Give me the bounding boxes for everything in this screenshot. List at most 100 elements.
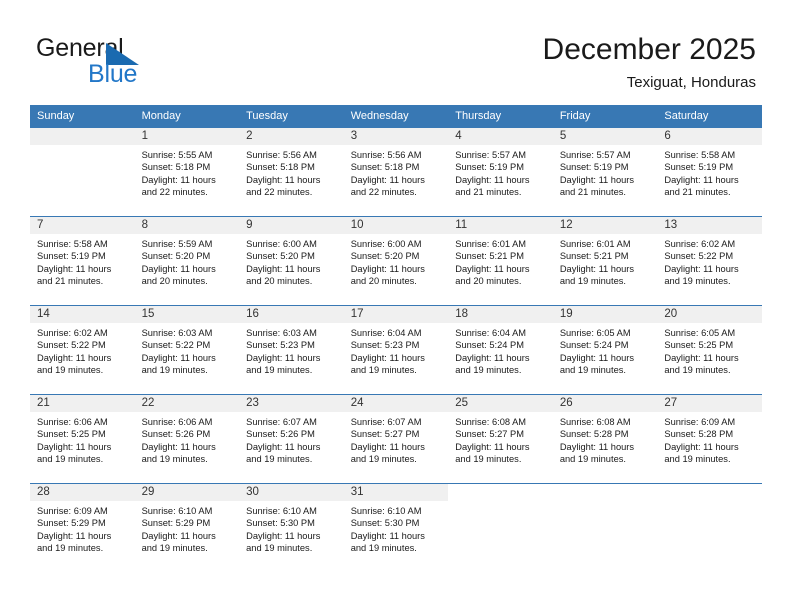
calendar-day-cell[interactable]: 25 Sunrise: 6:08 AM Sunset: 5:27 PM Dayligh… (448, 394, 553, 484)
calendar-day-cell[interactable]: 19 Sunrise: 6:05 AM Sunset: 5:24 PM Dayligh… (552, 305, 658, 395)
day-details: Sunrise: 6:05 AM Sunset: 5:24 PM Daylight:… (553, 323, 658, 377)
sunrise-text: Sunrise: 5:58 AM (37, 239, 108, 249)
calendar-day-cell[interactable]: 22 Sunrise: 6:06 AM Sunset: 5:26 PM Dayligh… (134, 394, 240, 484)
day-number: 2 (239, 128, 344, 145)
daylight-text-line2: and 19 minutes. (664, 276, 731, 287)
calendar-day-cell[interactable]: 17 Sunrise: 6:04 AM Sunset: 5:23 PM Dayligh… (343, 305, 449, 395)
daylight-text-line2: and 19 minutes. (37, 543, 104, 554)
day-number: 11 (448, 217, 553, 234)
day-details: Sunrise: 6:08 AM Sunset: 5:28 PM Daylight:… (553, 412, 658, 466)
calendar-day-cell[interactable]: 21 Sunrise: 6:06 AM Sunset: 5:25 PM Dayligh… (30, 394, 135, 484)
calendar-day-cell[interactable]: 28 Sunrise: 6:09 AM Sunset: 5:29 PM Dayligh… (30, 483, 135, 572)
calendar-day-cell[interactable]: 1 Sunrise: 5:55 AM Sunset: 5:18 PM Daylight… (134, 127, 240, 217)
daylight-text-line1: Daylight: 11 hours (455, 352, 530, 363)
daylight-text-line2: and 19 minutes. (350, 454, 417, 465)
sunrise-text: Sunrise: 6:04 AM (455, 328, 527, 338)
calendar-day-cell[interactable]: 27 Sunrise: 6:09 AM Sunset: 5:28 PM Dayligh… (657, 394, 762, 484)
daylight-text-line2: and 20 minutes. (246, 276, 313, 287)
day-details: Sunrise: 6:10 AM Sunset: 5:29 PM Daylight:… (135, 501, 240, 555)
sunset-text: Sunset: 5:26 PM (141, 429, 211, 440)
calendar-day-cell[interactable]: 9 Sunrise: 6:00 AM Sunset: 5:20 PM Daylight… (239, 216, 344, 306)
day-number: 21 (30, 395, 135, 412)
daylight-text-line1: Daylight: 11 hours (350, 352, 425, 363)
sunset-text: Sunset: 5:18 PM (246, 162, 315, 173)
daylight-text-line1: Daylight: 11 hours (455, 263, 530, 274)
weekday-header-wednesday: Wednesday (343, 105, 449, 128)
calendar-day-cell[interactable] (657, 483, 762, 572)
day-details: Sunrise: 6:01 AM Sunset: 5:21 PM Daylight:… (553, 234, 658, 288)
daylight-text-line2: and 19 minutes. (246, 543, 313, 554)
daylight-text-line1: Daylight: 11 hours (350, 174, 425, 185)
day-number: 8 (134, 217, 240, 234)
calendar-day-cell[interactable]: 3 Sunrise: 5:56 AM Sunset: 5:18 PM Daylight… (343, 127, 449, 217)
daylight-text-line2: and 19 minutes. (455, 365, 522, 376)
calendar-day-cell[interactable]: 29 Sunrise: 6:10 AM Sunset: 5:29 PM Dayligh… (134, 483, 240, 572)
sunset-text: Sunset: 5:24 PM (559, 340, 629, 351)
day-number: 4 (448, 128, 553, 145)
day-details: Sunrise: 6:00 AM Sunset: 5:20 PM Daylight:… (344, 234, 449, 288)
day-details: Sunrise: 6:04 AM Sunset: 5:23 PM Daylight:… (344, 323, 449, 377)
sunset-text: Sunset: 5:19 PM (455, 162, 524, 173)
sunrise-text: Sunrise: 6:00 AM (350, 239, 422, 249)
calendar-day-cell[interactable]: 18 Sunrise: 6:04 AM Sunset: 5:24 PM Dayligh… (448, 305, 553, 395)
calendar-day-cell[interactable]: 5 Sunrise: 5:57 AM Sunset: 5:19 PM Daylight… (552, 127, 658, 217)
daylight-text-line2: and 19 minutes. (37, 365, 104, 376)
daylight-text-line2: and 21 minutes. (455, 187, 522, 198)
daylight-text-line1: Daylight: 11 hours (246, 263, 321, 274)
sunset-text: Sunset: 5:22 PM (37, 340, 106, 351)
day-details: Sunrise: 5:58 AM Sunset: 5:19 PM Daylight:… (657, 145, 762, 199)
calendar-day-cell[interactable]: 20 Sunrise: 6:05 AM Sunset: 5:25 PM Dayligh… (657, 305, 762, 395)
sunset-text: Sunset: 5:28 PM (559, 429, 629, 440)
daylight-text-line1: Daylight: 11 hours (246, 352, 321, 363)
calendar-day-cell[interactable] (30, 127, 135, 217)
calendar-day-cell[interactable]: 30 Sunrise: 6:10 AM Sunset: 5:30 PM Dayligh… (239, 483, 344, 572)
page-header: General Blue December 2025 Texiguat, Hon… (0, 0, 792, 100)
sunrise-text: Sunrise: 6:04 AM (350, 328, 422, 338)
sunset-text: Sunset: 5:23 PM (246, 340, 315, 351)
day-number: 27 (657, 395, 762, 412)
calendar-day-cell[interactable] (552, 483, 658, 572)
sunrise-text: Sunrise: 6:08 AM (455, 417, 527, 427)
daylight-text-line2: and 19 minutes. (350, 543, 417, 554)
calendar-day-cell[interactable]: 13 Sunrise: 6:02 AM Sunset: 5:22 PM Dayligh… (657, 216, 762, 306)
calendar-day-cell[interactable]: 23 Sunrise: 6:07 AM Sunset: 5:26 PM Dayligh… (239, 394, 344, 484)
daylight-text-line2: and 22 minutes. (350, 187, 417, 198)
daylight-text-line2: and 19 minutes. (559, 276, 626, 287)
sunrise-text: Sunrise: 5:56 AM (350, 150, 422, 160)
calendar-day-cell[interactable]: 2 Sunrise: 5:56 AM Sunset: 5:18 PM Daylight… (239, 127, 344, 217)
sunrise-text: Sunrise: 6:09 AM (37, 506, 108, 516)
calendar-day-cell[interactable]: 16 Sunrise: 6:03 AM Sunset: 5:23 PM Dayligh… (239, 305, 344, 395)
daylight-text-line1: Daylight: 11 hours (246, 530, 321, 541)
day-number: 12 (552, 217, 658, 234)
calendar-day-cell[interactable]: 6 Sunrise: 5:58 AM Sunset: 5:19 PM Daylight… (657, 127, 762, 217)
calendar-day-cell[interactable]: 4 Sunrise: 5:57 AM Sunset: 5:19 PM Daylight… (448, 127, 553, 217)
day-details: Sunrise: 5:57 AM Sunset: 5:19 PM Daylight:… (448, 145, 553, 199)
sunset-text: Sunset: 5:27 PM (455, 429, 524, 440)
calendar-day-cell[interactable]: 10 Sunrise: 6:00 AM Sunset: 5:20 PM Dayligh… (343, 216, 449, 306)
calendar-day-cell[interactable]: 11 Sunrise: 6:01 AM Sunset: 5:21 PM Dayligh… (448, 216, 553, 306)
calendar-day-cell[interactable]: 14 Sunrise: 6:02 AM Sunset: 5:22 PM Dayligh… (30, 305, 135, 395)
daylight-text-line1: Daylight: 11 hours (350, 530, 425, 541)
sunset-text: Sunset: 5:21 PM (455, 251, 524, 262)
calendar-day-cell[interactable]: 26 Sunrise: 6:08 AM Sunset: 5:28 PM Dayligh… (552, 394, 658, 484)
sunrise-text: Sunrise: 6:10 AM (350, 506, 422, 516)
calendar-day-cell[interactable]: 7 Sunrise: 5:58 AM Sunset: 5:19 PM Daylight… (30, 216, 135, 306)
sunrise-text: Sunrise: 5:57 AM (455, 150, 527, 160)
daylight-text-line1: Daylight: 11 hours (37, 530, 112, 541)
daylight-text-line1: Daylight: 11 hours (141, 530, 216, 541)
calendar-day-cell[interactable]: 12 Sunrise: 6:01 AM Sunset: 5:21 PM Dayligh… (552, 216, 658, 306)
day-number: 31 (343, 484, 449, 501)
calendar-day-cell[interactable]: 8 Sunrise: 5:59 AM Sunset: 5:20 PM Daylight… (134, 216, 240, 306)
brand-logo[interactable]: General Blue (36, 34, 296, 94)
calendar-day-cell[interactable] (448, 483, 553, 572)
day-details: Sunrise: 6:02 AM Sunset: 5:22 PM Daylight:… (657, 234, 762, 288)
daylight-text-line1: Daylight: 11 hours (246, 441, 321, 452)
day-details: Sunrise: 6:06 AM Sunset: 5:26 PM Daylight:… (135, 412, 240, 466)
day-details: Sunrise: 6:09 AM Sunset: 5:28 PM Daylight:… (657, 412, 762, 466)
day-number: 30 (239, 484, 344, 501)
calendar-day-cell[interactable]: 15 Sunrise: 6:03 AM Sunset: 5:22 PM Dayligh… (134, 305, 240, 395)
calendar-day-cell[interactable]: 24 Sunrise: 6:07 AM Sunset: 5:27 PM Dayligh… (343, 394, 449, 484)
daylight-text-line2: and 20 minutes. (455, 276, 522, 287)
calendar-day-cell[interactable]: 31 Sunrise: 6:10 AM Sunset: 5:30 PM Dayligh… (343, 483, 449, 572)
sunset-text: Sunset: 5:30 PM (350, 518, 420, 529)
